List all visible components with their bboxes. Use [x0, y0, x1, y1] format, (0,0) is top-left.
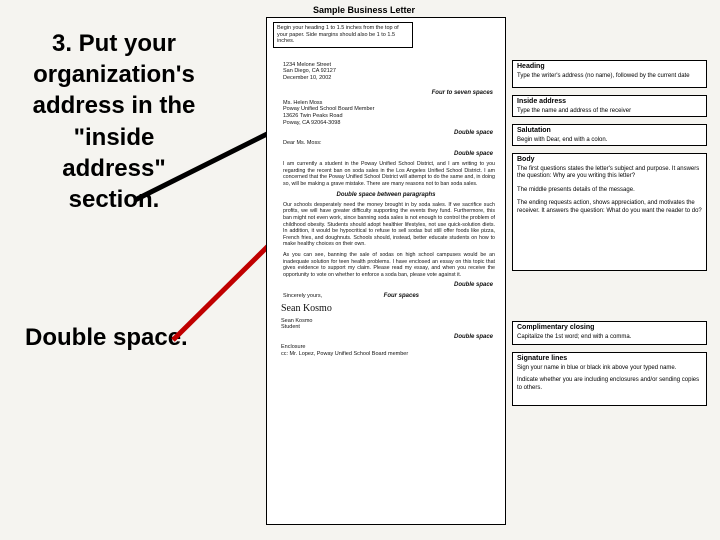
- callout-closing: Complimentary closing Capitalize the 1st…: [512, 321, 707, 345]
- cc-line: cc: Mr. Lopez, Poway Unified School Boar…: [281, 351, 499, 358]
- callout-body-p3: The ending requests action, shows apprec…: [517, 200, 702, 215]
- margin-note: Begin your heading 1 to 1.5 inches from …: [273, 22, 413, 48]
- sample-letter: Begin your heading 1 to 1.5 inches from …: [266, 17, 506, 525]
- callout-sig-p1: Sign your name in blue or black ink abov…: [517, 365, 702, 373]
- callout-body-p2: The middle presents details of the messa…: [517, 187, 702, 195]
- sender-date: December 10, 2002: [283, 75, 499, 82]
- callout-salutation: Salutation Begin with Dear, end with a c…: [512, 124, 707, 146]
- spacer-double-4: Double space: [273, 334, 499, 341]
- sender-city: San Diego, CA 92127: [283, 68, 499, 75]
- callout-heading-body: Type the writer's address (no name), fol…: [517, 73, 690, 79]
- callout-heading: Heading Type the writer's address (no na…: [512, 60, 707, 88]
- callout-inside-body: Type the name and address of the receive…: [517, 108, 631, 114]
- callout-sig-p2: Indicate whether you are including enclo…: [517, 377, 702, 392]
- callout-salut-body: Begin with Dear, end with a colon.: [517, 137, 607, 143]
- body-para-3: As you can see, banning the sale of soda…: [283, 252, 495, 278]
- body-para-2: Our schools desperately need the money b…: [283, 202, 495, 248]
- body-para-1: I am currently a student in the Poway Un…: [283, 161, 495, 187]
- callout-body: Body The first questions states the lett…: [512, 153, 707, 271]
- callout-inside: Inside address Type the name and address…: [512, 95, 707, 117]
- recipient-street: 13626 Twin Peaks Road: [283, 113, 499, 120]
- callout-heading-title: Heading: [517, 63, 702, 72]
- callout-close-title: Complimentary closing: [517, 324, 702, 333]
- signature-title: Student: [281, 324, 499, 331]
- sender-address: 1234 Melone Street San Diego, CA 92127 D…: [283, 62, 499, 82]
- enclosure: Enclosure: [281, 344, 499, 351]
- callout-body-title: Body: [517, 156, 702, 165]
- page-title: Sample Business Letter: [264, 5, 464, 15]
- callout-body-p1: The first questions states the letter's …: [517, 166, 702, 181]
- callout-inside-title: Inside address: [517, 98, 702, 107]
- sender-street: 1234 Melone Street: [283, 62, 499, 69]
- callout-signature: Signature lines Sign your name in blue o…: [512, 352, 707, 406]
- recipient-org: Poway Unified School Board Member: [283, 106, 499, 113]
- closing: Sincerely yours,: [283, 293, 322, 299]
- recipient-name: Ms. Helen Moss: [283, 100, 499, 107]
- callout-sig-title: Signature lines: [517, 355, 702, 364]
- signature-script: Sean Kosmo: [281, 303, 499, 315]
- signature-name: Sean Kosmo: [281, 318, 499, 325]
- salutation: Dear Ms. Moss:: [283, 140, 499, 147]
- instruction-sub: Double space.: [25, 324, 188, 352]
- spacer-double-3: Double space: [273, 282, 499, 289]
- callout-close-body: Capitalize the 1st word; end with a comm…: [517, 334, 631, 340]
- spacer-four-seven: Four to seven spaces: [273, 90, 499, 97]
- callouts-column: Heading Type the writer's address (no na…: [512, 60, 707, 413]
- callout-salut-title: Salutation: [517, 127, 702, 136]
- recipient-city: Poway, CA 92064-3098: [283, 120, 499, 127]
- spacer-between: Double space between paragraphs: [273, 192, 499, 199]
- instruction-main: 3. Put your organization's address in th…: [24, 28, 204, 215]
- spacer-double-2: Double space: [273, 151, 499, 158]
- four-spaces-note: Four spaces: [384, 293, 419, 299]
- recipient-address: Ms. Helen Moss Poway Unified School Boar…: [283, 100, 499, 126]
- closing-line: Sincerely yours, Four spaces: [283, 293, 499, 300]
- spacer-double-1: Double space: [273, 130, 499, 137]
